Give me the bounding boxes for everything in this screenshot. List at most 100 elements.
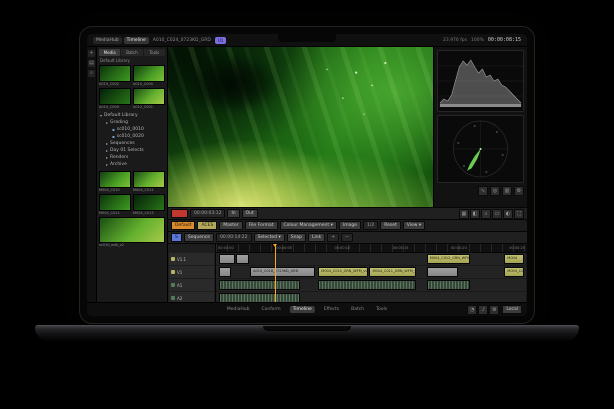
media-panel-tab[interactable]: Tools (144, 49, 165, 56)
timeline-toolbar-button[interactable]: Snap (287, 233, 306, 242)
▪[interactable]: ▪ sc010_0010 (97, 126, 167, 133)
workspace-tab[interactable]: Timeline (290, 306, 315, 313)
add-icon[interactable]: + (88, 50, 95, 57)
timeline-clip[interactable] (219, 254, 235, 264)
timeline-toolbar-button[interactable]: − (341, 233, 353, 242)
timeline-toolbar-button[interactable]: + (327, 233, 339, 242)
grade-toolbar-button[interactable]: View ▾ (403, 221, 425, 230)
grade-toolbar-button[interactable]: 1/2 (363, 221, 378, 230)
audio-icon[interactable]: ♪ (478, 305, 488, 315)
media-thumbnail[interactable]: M004_C011 (133, 171, 165, 192)
gear-icon[interactable]: ⚙ (489, 305, 499, 315)
timeline-clip[interactable]: A010_C018_0723KD_GRD (250, 267, 315, 277)
workspace-tab[interactable]: MediaHub (224, 306, 253, 313)
grade-toolbar-button[interactable]: Image (339, 221, 361, 230)
viewer-toolbar-button[interactable]: 00:00:03:12 (190, 209, 225, 218)
▸[interactable]: ▸ Renders (97, 154, 167, 161)
▸[interactable]: ▸ Grading (97, 119, 167, 126)
grade-toolbar-button[interactable]: Master (219, 221, 242, 230)
▪[interactable]: ▪ sc010_0020 (97, 133, 167, 140)
selected-clip-preview[interactable]: sc010_edit_v2 (97, 216, 167, 248)
workspace-tab[interactable]: Effects (321, 306, 342, 313)
timeline-toolbar-button[interactable]: Sequence (184, 233, 214, 242)
timeline-toolbar-button[interactable]: Selected ▾ (254, 233, 285, 242)
selection-chip[interactable]: U1 (215, 37, 226, 44)
timeline-toolbar-button[interactable]: Link (308, 233, 325, 242)
mask-icon[interactable]: ▭ (492, 209, 502, 219)
record-button[interactable] (171, 209, 188, 218)
media-thumbnail[interactable]: M004_C013 (133, 194, 165, 215)
track-name: V1.1 (177, 257, 186, 262)
timeline-clip[interactable]: M004 (504, 254, 524, 264)
tree-item-icon: ▪ (112, 134, 115, 139)
top-bar-tab[interactable]: Timeline (124, 37, 149, 44)
tree-item-label: sc010_0020 (117, 134, 144, 139)
▸[interactable]: ▸ Day 01 Selects (97, 147, 167, 154)
grade-toolbar-button[interactable]: File Format (245, 221, 278, 230)
media-thumbnail[interactable]: A010_C002 (99, 65, 131, 86)
thumbnail-name: M004_C011 (133, 188, 165, 192)
folder-icon[interactable]: ▤ (88, 60, 95, 67)
library-label: Default Library (97, 57, 167, 64)
timeline-clip[interactable] (427, 280, 470, 290)
timeline-ruler[interactable]: 00:00:0000:00:0500:00:1000:00:1500:00:20… (216, 244, 527, 253)
search-icon[interactable]: ⌕ (88, 70, 95, 77)
camera-notch (278, 34, 336, 42)
timeline-clip[interactable] (219, 280, 300, 290)
media-panel-tab[interactable]: Media (99, 49, 120, 56)
track-header[interactable]: V1.1 (169, 253, 214, 265)
grade-toolbar-button[interactable]: ACES (197, 221, 217, 230)
ruler-label: 00:00:20 (451, 246, 467, 250)
timeline-clip[interactable] (236, 254, 248, 264)
clip-label (428, 268, 457, 269)
viewer-toolbar-button[interactable]: Out (242, 209, 258, 218)
compare-icon[interactable]: ◧ (470, 209, 480, 219)
thumbnail-name: A012_C001 (133, 105, 165, 109)
grade-toolbar-button[interactable]: Colour Management ▾ (280, 221, 337, 230)
grade-toolbar-button[interactable]: Default (171, 221, 195, 230)
lid-scoop (263, 326, 351, 331)
timeline-lanes: 00:00:0000:00:0500:00:1000:00:1500:00:20… (216, 244, 527, 302)
▸[interactable]: ▸ Archive (97, 161, 167, 168)
viewer-toolbar-button[interactable]: In (227, 209, 239, 218)
zoom-icon[interactable]: ⌕ (481, 209, 491, 219)
storage-button[interactable]: Local (502, 305, 522, 314)
cpu-meter-icon[interactable]: ◔ (467, 305, 477, 315)
▾[interactable]: ▾ Default Library (97, 112, 167, 119)
tree-item-icon: ▸ (106, 120, 108, 125)
track-header[interactable]: V1 (169, 266, 214, 278)
▸[interactable]: ▸ Sequences (97, 140, 167, 147)
playhead[interactable] (275, 244, 276, 302)
media-thumbnail[interactable]: A010_C009 (99, 88, 131, 109)
timeline-clip[interactable] (427, 267, 458, 277)
media-thumbnail[interactable]: A012_C001 (133, 88, 165, 109)
media-thumbnail[interactable]: A010_C005 (133, 65, 165, 86)
media-thumbnail[interactable]: M004_C012 (99, 194, 131, 215)
timeline-clip[interactable]: M004_C010_GRN_WFM_v001 (318, 267, 368, 277)
media-panel-body: MediaBatchTools Default Library A010_C00… (97, 47, 167, 302)
media-panel-tab[interactable]: Batch (121, 49, 142, 56)
vectorscope-icon[interactable]: ◎ (490, 186, 500, 196)
expand-icon[interactable]: ⛶ (514, 209, 524, 219)
workspace-tab[interactable]: Conform (258, 306, 283, 313)
timeline-toolbar-button[interactable]: 00:00:14:22 (216, 233, 251, 242)
timeline-clip[interactable]: M004_C011_GRN_WFM_v001 (369, 267, 416, 277)
waveform-icon[interactable]: ∿ (478, 186, 488, 196)
clip-label (220, 268, 230, 269)
timeline-clip[interactable]: M004_C013 (504, 267, 524, 277)
histogram-icon[interactable]: ▥ (502, 186, 512, 196)
color-wheel-icon[interactable]: ◐ (503, 209, 513, 219)
grid-icon[interactable]: ▦ (459, 209, 469, 219)
scope-settings-icon[interactable]: ⚙ (514, 186, 524, 196)
grade-toolbar-button[interactable]: Reset (380, 221, 401, 230)
tree-item-label: Archive (110, 162, 127, 167)
workspace-tab[interactable]: Tools (373, 306, 390, 313)
track-header[interactable]: A1 (169, 279, 214, 291)
media-thumbnail[interactable]: M004_C010 (99, 171, 131, 192)
timeline-toolbar-button[interactable]: S (171, 233, 182, 242)
top-bar-tab[interactable]: MediaHub (93, 37, 122, 44)
timeline-clip[interactable] (318, 280, 416, 290)
timeline-clip[interactable]: M004_C012_GRN_WFM (427, 254, 470, 264)
timeline-clip[interactable] (219, 267, 231, 277)
workspace-tab[interactable]: Batch (348, 306, 367, 313)
